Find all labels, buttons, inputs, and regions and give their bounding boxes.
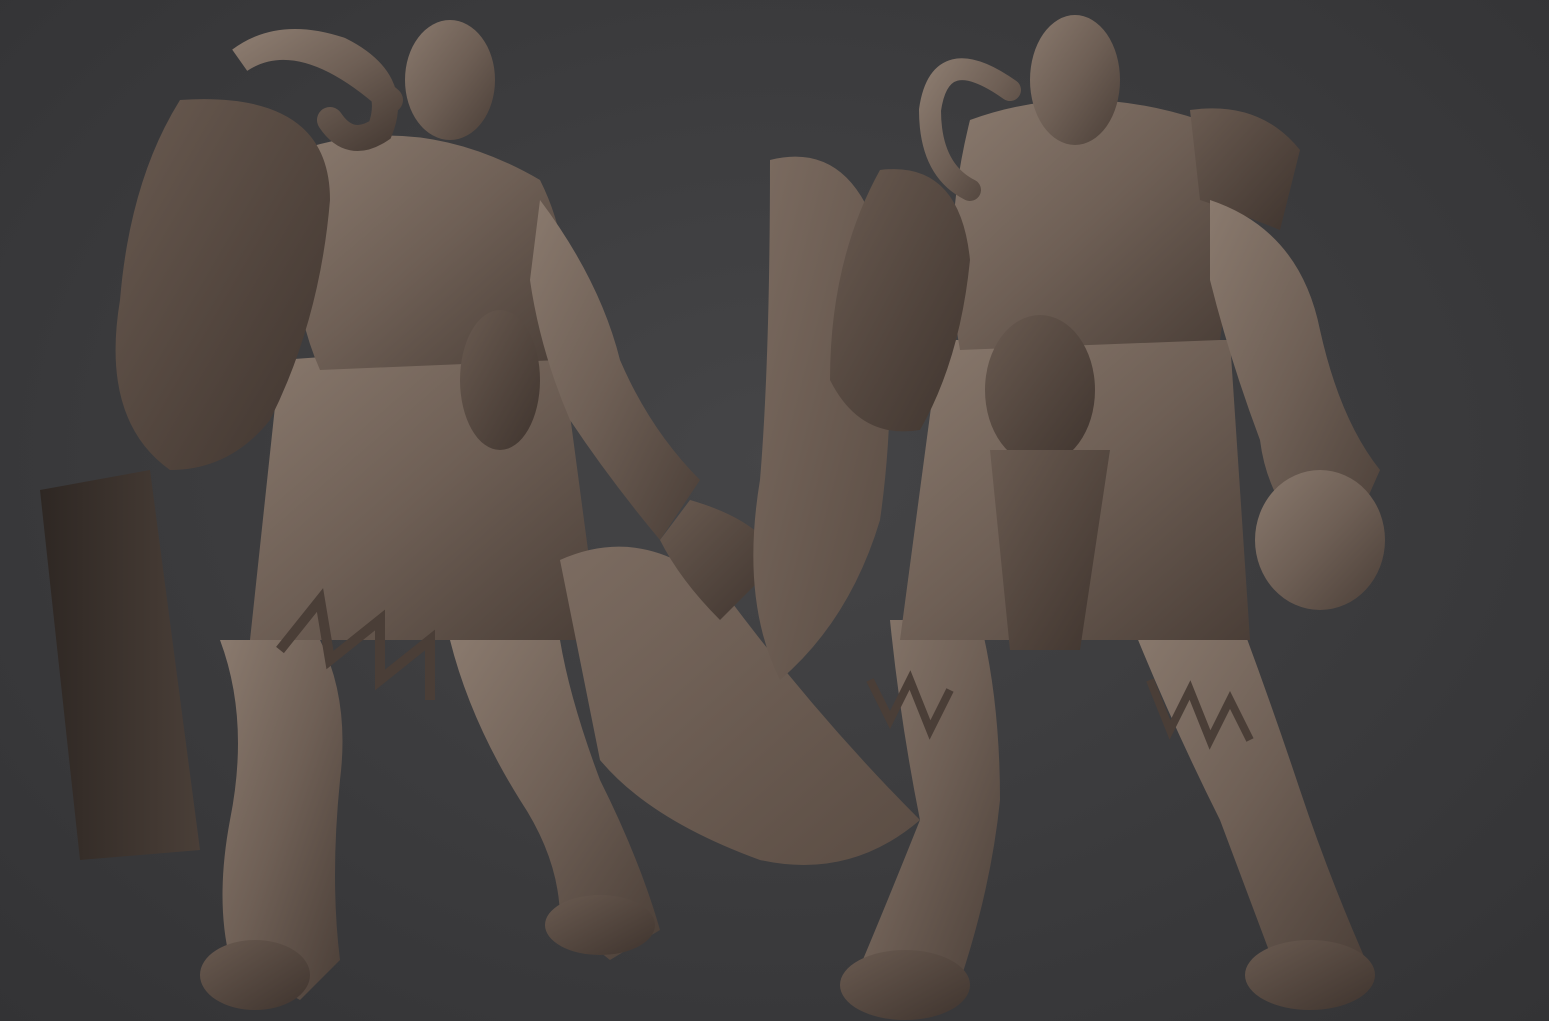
sculpt-viewport[interactable]	[0, 0, 1549, 1021]
skull-buckle	[460, 310, 540, 450]
sculpt-render	[40, 15, 1385, 1020]
skull-buckle-2	[985, 315, 1095, 465]
hoof-left	[840, 950, 970, 1020]
hoof-front	[545, 895, 655, 955]
orc-front-view	[753, 15, 1385, 1020]
head	[405, 20, 495, 140]
hips	[250, 340, 600, 640]
right-leg-right	[1130, 620, 1370, 980]
fist	[1255, 470, 1385, 610]
hoof-right	[1245, 940, 1375, 1010]
shield	[40, 470, 200, 860]
head-2	[1030, 15, 1120, 145]
hoof-rear	[200, 940, 310, 1010]
